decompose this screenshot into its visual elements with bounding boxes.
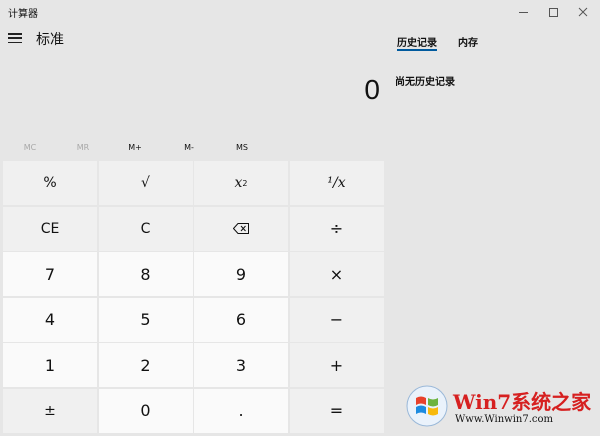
windows-logo-icon (406, 385, 448, 427)
subtract-button[interactable]: − (289, 297, 384, 342)
tab-memory[interactable]: 内存 (458, 34, 478, 49)
memory-add-button[interactable]: M+ (105, 138, 165, 158)
backspace-icon (233, 223, 249, 234)
digit-3-button[interactable]: 3 (194, 343, 288, 387)
history-empty-message: 尚无历史记录 (395, 77, 455, 88)
minimize-button[interactable] (508, 0, 538, 24)
close-icon (578, 7, 588, 17)
square-base: x (234, 175, 243, 191)
title-bar: 计算器 (0, 0, 600, 24)
memory-subtract-button[interactable]: M- (159, 138, 219, 158)
multiply-button[interactable]: × (289, 252, 384, 296)
mode-title: 标准 (36, 32, 64, 48)
divide-button[interactable]: ÷ (289, 206, 384, 251)
reciprocal-button[interactable]: ¹/x (289, 161, 384, 205)
clear-entry-button[interactable]: CE (3, 206, 97, 251)
percent-button[interactable]: % (3, 161, 97, 205)
watermark: Win7系统之家 Www.Winwin7.com (405, 384, 597, 432)
digit-5-button[interactable]: 5 (98, 297, 193, 342)
digit-1-button[interactable]: 1 (3, 343, 97, 387)
square-root-button[interactable]: √ (98, 161, 193, 205)
minimize-icon (518, 11, 528, 13)
close-button[interactable] (568, 0, 598, 24)
negate-button[interactable]: ± (3, 388, 97, 433)
memory-clear-button[interactable]: MC (0, 138, 60, 158)
tab-history-indicator (397, 49, 437, 51)
digit-7-button[interactable]: 7 (3, 252, 97, 296)
memory-recall-button[interactable]: MR (53, 138, 113, 158)
digit-0-button[interactable]: 0 (98, 388, 193, 433)
memory-row: MC MR M+ M- MS (0, 138, 384, 158)
clear-button[interactable]: C (98, 206, 193, 251)
result-display: 0 (364, 74, 380, 105)
digit-4-button[interactable]: 4 (3, 297, 97, 342)
watermark-url: Www.Winwin7.com (455, 414, 553, 425)
keypad: % √ x2 ¹/x CE C ÷ 7 8 9 × 4 5 6 − 1 2 3 … (3, 161, 384, 434)
square-button[interactable]: x2 (194, 161, 288, 205)
digit-9-button[interactable]: 9 (194, 252, 288, 296)
decimal-button[interactable]: . (194, 388, 288, 433)
digit-6-button[interactable]: 6 (194, 297, 288, 342)
window-title: 计算器 (8, 9, 38, 20)
square-exponent: 2 (242, 178, 248, 188)
memory-store-button[interactable]: MS (212, 138, 272, 158)
hamburger-menu-icon[interactable] (8, 32, 22, 44)
tab-history[interactable]: 历史记录 (397, 34, 437, 49)
maximize-button[interactable] (538, 0, 568, 24)
watermark-brand: Win7系统之家 (453, 390, 592, 414)
maximize-icon (548, 7, 558, 17)
equals-button[interactable]: = (289, 388, 384, 433)
digit-2-button[interactable]: 2 (98, 343, 193, 387)
digit-8-button[interactable]: 8 (98, 252, 193, 296)
add-button[interactable]: + (289, 343, 384, 387)
backspace-button[interactable] (194, 206, 288, 251)
